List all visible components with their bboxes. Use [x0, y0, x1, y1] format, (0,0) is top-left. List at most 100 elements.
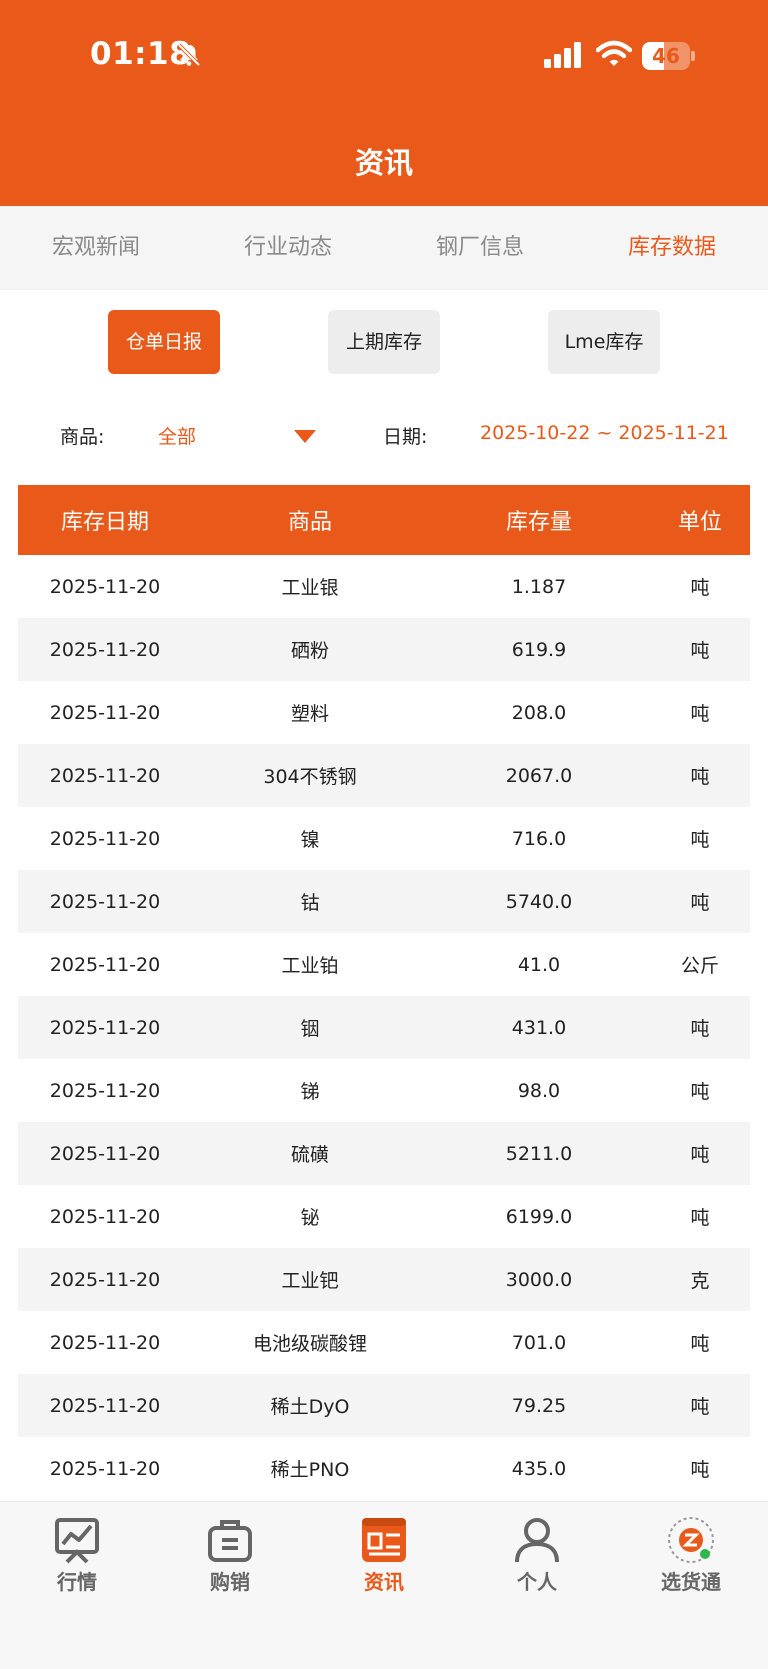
table-row: 2025-11-20 钴 5740.0 吨 — [18, 870, 750, 933]
date-filter-label: 日期: — [383, 426, 428, 448]
cell-quantity: 431.0 — [511, 1016, 567, 1039]
nav-item-news[interactable]: 资讯 — [324, 1516, 444, 1606]
cell-unit: 吨 — [690, 766, 710, 788]
tab-industry-news[interactable]: 行业动态 — [192, 206, 384, 290]
bell-muted-icon — [177, 43, 201, 67]
column-header-quantity: 库存量 — [505, 510, 572, 535]
table-row: 2025-11-20 稀土PNO 435.0 吨 — [18, 1437, 750, 1500]
table-row: 2025-11-20 铋 6199.0 吨 — [18, 1185, 750, 1248]
table-body: 2025-11-20 工业银 1.187 吨 2025-11-20 硒粉 619.9 吨 202… — [18, 555, 750, 1500]
chevron-down-icon[interactable] — [294, 430, 316, 444]
nav-label-selector: 选货通 — [661, 1570, 721, 1594]
tab-inventory-data[interactable]: 库存数据 — [576, 206, 768, 290]
nav-label-news: 资讯 — [364, 1570, 404, 1594]
nav-label-trade: 购销 — [210, 1570, 250, 1594]
cell-unit: 吨 — [690, 829, 710, 851]
cell-date: 2025-11-20 — [49, 701, 161, 724]
cell-unit: 吨 — [690, 1396, 710, 1418]
cell-unit: 吨 — [690, 1459, 710, 1481]
filter-bar: 商品: 全部 日期: 2025-10-22 ~ 2025-11-21 — [0, 410, 768, 458]
nav-label-market: 行情 — [57, 1570, 97, 1594]
cell-unit: 吨 — [690, 1207, 710, 1229]
table-row: 2025-11-20 工业钯 3000.0 克 — [18, 1248, 750, 1311]
column-header-product: 商品 — [287, 510, 332, 535]
table-row: 2025-11-20 工业铂 41.0 公斤 — [18, 933, 750, 996]
cell-date: 2025-11-20 — [49, 1205, 161, 1228]
nav-label-profile: 个人 — [517, 1570, 557, 1594]
chart-icon — [55, 1518, 99, 1564]
nav-item-trade[interactable]: 购销 — [170, 1516, 290, 1606]
cell-date: 2025-11-20 — [49, 638, 161, 661]
product-filter-label: 商品: — [60, 426, 105, 448]
cell-unit: 吨 — [690, 1333, 710, 1355]
cell-unit: 吨 — [690, 1081, 710, 1103]
column-header-date: 库存日期 — [60, 510, 149, 535]
cell-date: 2025-11-20 — [49, 890, 161, 913]
bottom-nav: 行情 购销 资讯 个人 选货通 — [0, 1501, 768, 1669]
tab-macro-news[interactable]: 宏观新闻 — [0, 206, 192, 290]
page-title: 资讯 — [354, 146, 413, 180]
column-header-unit: 单位 — [677, 510, 722, 535]
cell-date: 2025-11-20 — [49, 1016, 161, 1039]
cell-quantity: 701.0 — [511, 1331, 567, 1354]
cell-date: 2025-11-20 — [49, 1079, 161, 1102]
cell-unit: 公斤 — [680, 955, 719, 977]
subtab-warrant-daily[interactable]: 仓单日报 — [108, 310, 220, 374]
cell-quantity: 716.0 — [511, 827, 567, 850]
cell-quantity: 619.9 — [511, 638, 567, 661]
cell-date: 2025-11-20 — [49, 1331, 161, 1354]
cell-quantity: 5211.0 — [505, 1142, 573, 1165]
cell-product: 硒粉 — [290, 640, 329, 662]
cell-signal-icon — [544, 42, 581, 68]
table-row: 2025-11-20 工业银 1.187 吨 — [18, 555, 750, 618]
cell-product: 硫磺 — [290, 1144, 329, 1166]
news-icon — [362, 1518, 406, 1562]
cell-unit: 吨 — [690, 577, 710, 599]
header: 01:18 46 资讯 — [0, 0, 768, 206]
cell-quantity: 1.187 — [511, 575, 567, 598]
table-row: 2025-11-20 塑料 208.0 吨 — [18, 681, 750, 744]
inventory-subtabs: 仓单日报 上期库存 Lme库存 — [0, 310, 768, 374]
tab-steel-mill-info[interactable]: 钢厂信息 — [384, 206, 576, 290]
cell-product: 塑料 — [290, 703, 329, 725]
cell-quantity: 208.0 — [511, 701, 567, 724]
cell-date: 2025-11-20 — [49, 575, 161, 598]
product-filter-select[interactable]: 全部 — [158, 422, 196, 449]
cell-date: 2025-11-20 — [49, 827, 161, 850]
cell-unit: 吨 — [690, 892, 710, 914]
cell-product: 电池级碳酸锂 — [252, 1333, 367, 1355]
briefcase-icon — [208, 1520, 252, 1562]
cell-date: 2025-11-20 — [49, 1268, 161, 1291]
cell-product: 铋 — [300, 1207, 320, 1229]
cell-quantity: 98.0 — [517, 1079, 561, 1102]
cell-product: 工业钯 — [281, 1270, 339, 1292]
cell-product: 工业银 — [281, 577, 339, 599]
cell-unit: 吨 — [690, 1018, 710, 1040]
cell-product: 稀土DyO — [270, 1396, 350, 1418]
subtab-lme-inventory[interactable]: Lme库存 — [548, 310, 660, 374]
cell-product: 钴 — [300, 892, 320, 914]
table-row: 2025-11-20 锑 98.0 吨 — [18, 1059, 750, 1122]
cell-unit: 克 — [690, 1270, 710, 1292]
table-row: 2025-11-20 304不锈钢 2067.0 吨 — [18, 744, 750, 807]
person-icon — [515, 1518, 559, 1563]
cell-quantity: 79.25 — [511, 1394, 567, 1417]
table-row: 2025-11-20 稀土DyO 79.25 吨 — [18, 1374, 750, 1437]
cell-date: 2025-11-20 — [49, 1142, 161, 1165]
cell-product: 稀土PNO — [270, 1459, 350, 1481]
cell-date: 2025-11-20 — [49, 1394, 161, 1417]
table-row: 2025-11-20 电池级碳酸锂 701.0 吨 — [18, 1311, 750, 1374]
app-logo-icon — [668, 1517, 714, 1563]
battery-indicator: 46 — [642, 42, 695, 70]
nav-item-profile[interactable]: 个人 — [477, 1516, 597, 1606]
nav-item-selector[interactable]: 选货通 — [631, 1516, 751, 1606]
date-range-picker[interactable]: 2025-10-22 ~ 2025-11-21 — [480, 422, 729, 444]
cell-quantity: 3000.0 — [505, 1268, 573, 1291]
cell-unit: 吨 — [690, 703, 710, 725]
cell-product: 铟 — [300, 1018, 320, 1040]
nav-item-market[interactable]: 行情 — [17, 1516, 137, 1606]
cell-unit: 吨 — [690, 640, 710, 662]
cell-product: 镍 — [300, 829, 320, 851]
subtab-shfe-inventory[interactable]: 上期库存 — [328, 310, 440, 374]
wifi-icon — [596, 40, 632, 66]
